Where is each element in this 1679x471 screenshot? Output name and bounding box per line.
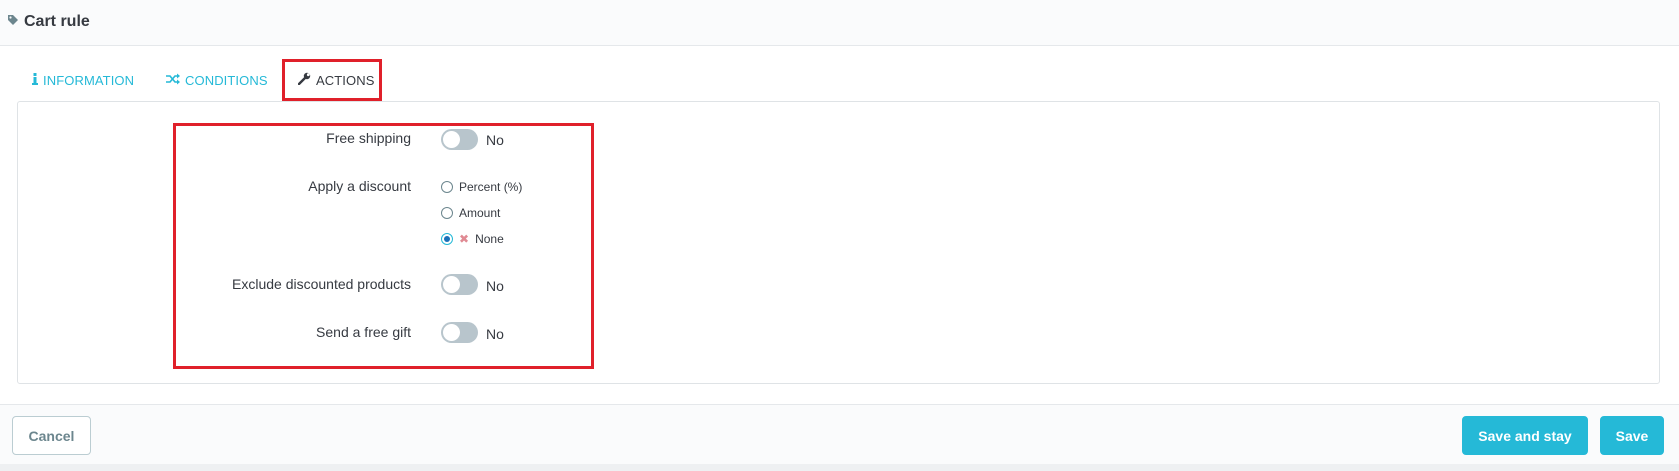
panel-header: Cart rule: [0, 0, 1679, 46]
tag-icon: [7, 13, 19, 31]
page-title: Cart rule: [7, 13, 90, 31]
cancel-button[interactable]: Cancel: [12, 416, 91, 455]
close-icon: ✖: [459, 232, 470, 246]
form-footer: Cancel Save and stay Save: [0, 404, 1679, 464]
toggle-knob: [443, 324, 460, 341]
page-title-text: Cart rule: [24, 13, 90, 30]
tab-information-label: INFORMATION: [43, 72, 135, 88]
toggle-knob: [443, 276, 460, 293]
discount-option-amount-label: Amount: [459, 206, 501, 220]
free-shipping-toggle[interactable]: [441, 129, 478, 150]
discount-option-none[interactable]: ✖ None: [441, 232, 504, 246]
save-button[interactable]: Save: [1600, 416, 1664, 455]
free-gift-toggle[interactable]: [441, 322, 478, 343]
shuffle-icon: [166, 73, 180, 88]
discount-option-percent[interactable]: Percent (%): [441, 180, 522, 194]
save-and-stay-button[interactable]: Save and stay: [1462, 416, 1588, 455]
free-shipping-label: Free shipping: [326, 130, 411, 146]
tab-conditions[interactable]: CONDITIONS: [166, 60, 268, 100]
exclude-discounted-state: No: [486, 278, 504, 294]
tab-information[interactable]: INFORMATION: [32, 60, 134, 100]
exclude-discounted-label: Exclude discounted products: [232, 276, 411, 292]
free-gift-state: No: [486, 326, 504, 342]
actions-tab-highlight: [282, 59, 382, 101]
discount-option-percent-label: Percent (%): [459, 180, 523, 194]
radio-none[interactable]: [441, 233, 453, 245]
exclude-discounted-toggle[interactable]: [441, 274, 478, 295]
toggle-knob: [443, 131, 460, 148]
free-gift-label: Send a free gift: [316, 324, 411, 340]
info-icon: [32, 72, 38, 88]
radio-percent[interactable]: [441, 181, 453, 193]
free-shipping-state: No: [486, 132, 504, 148]
radio-amount[interactable]: [441, 207, 453, 219]
tab-conditions-label: CONDITIONS: [185, 72, 268, 88]
discount-option-amount[interactable]: Amount: [441, 206, 500, 220]
discount-option-none-label: None: [475, 232, 504, 246]
apply-discount-label: Apply a discount: [308, 178, 411, 194]
cart-rule-panel: Cart rule INFORMATION CONDITIONS ACTIONS…: [0, 0, 1679, 464]
